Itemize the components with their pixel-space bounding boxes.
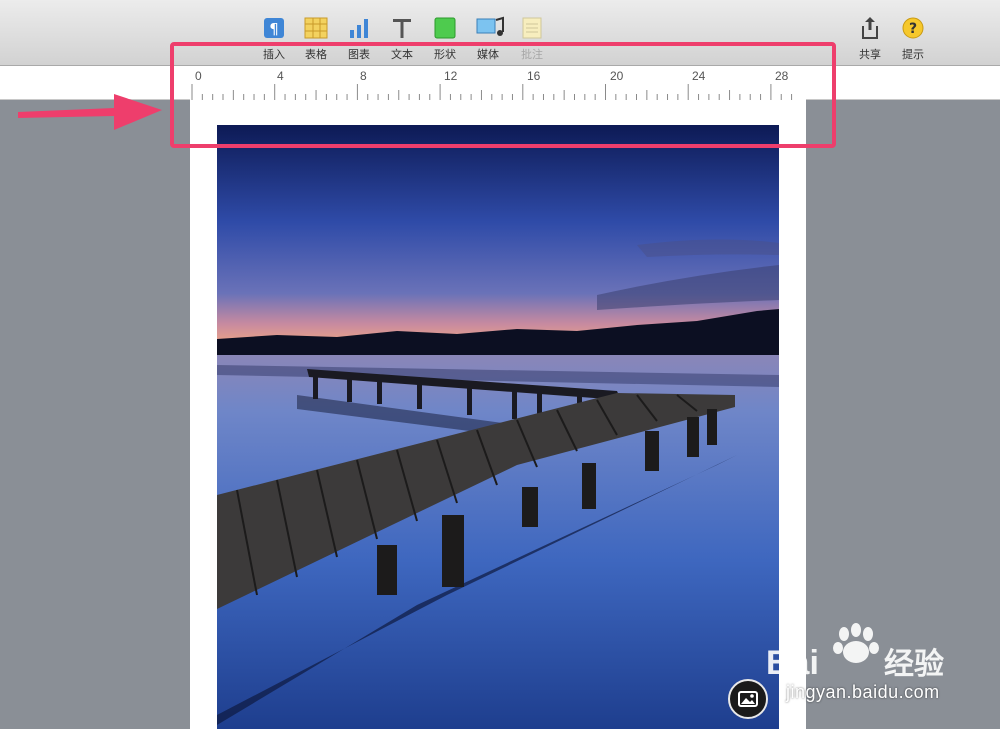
share-icon [858, 16, 882, 40]
lake-pier-photo[interactable] [217, 125, 779, 729]
share-label: 共享 [859, 48, 881, 61]
watermark-url: jingyan.baidu.com [786, 682, 940, 702]
watermark-brand: Bai [766, 644, 819, 682]
image-format-button[interactable] [728, 679, 768, 719]
tips-label: 提示 [902, 48, 924, 61]
chart-icon [347, 16, 371, 40]
table-icon [304, 16, 328, 40]
annotation-highlight-box [170, 42, 836, 148]
paragraph-icon: ¶ [262, 16, 286, 40]
comment-icon [520, 16, 544, 40]
shape-icon [433, 16, 457, 40]
tips-button[interactable]: ? 提示 [891, 14, 935, 62]
svg-text:¶: ¶ [269, 20, 279, 38]
share-button[interactable]: 共享 [848, 14, 892, 62]
svg-text:?: ? [909, 21, 917, 37]
text-icon [390, 16, 414, 40]
help-icon: ? [901, 16, 925, 40]
media-icon [476, 16, 504, 40]
image-icon [738, 691, 758, 707]
annotation-arrow-icon [18, 94, 162, 130]
watermark-brand-cn: 经验 [884, 647, 944, 682]
